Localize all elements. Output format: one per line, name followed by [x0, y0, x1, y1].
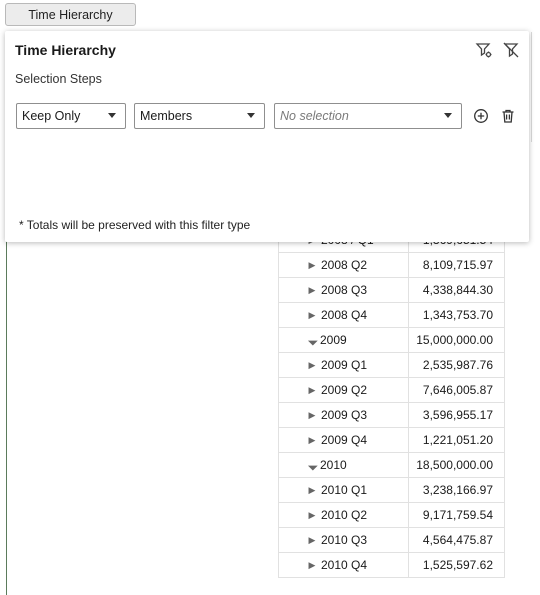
- chevron-down-icon: [444, 113, 452, 118]
- row-label: 2009: [320, 333, 347, 347]
- collapsed-triangle-icon[interactable]: ▶: [306, 410, 318, 421]
- table-row: ▶ 2010 Q4 1,525,597.62: [278, 553, 505, 578]
- chevron-down-icon: [108, 113, 116, 118]
- row-label-cell: ▶ 2009 Q4: [278, 428, 409, 452]
- members-select-placeholder: No selection: [280, 109, 349, 123]
- row-label-cell: ◢ 2009: [278, 328, 409, 352]
- table-row: ▶ 2009 Q3 3,596,955.17: [278, 403, 505, 428]
- collapsed-triangle-icon[interactable]: ▶: [306, 535, 318, 546]
- table-row: ▶ 2010 Q3 4,564,475.87: [278, 528, 505, 553]
- chevron-down-icon: [247, 113, 255, 118]
- row-label-cell: ▶ 2009 Q2: [278, 378, 409, 402]
- collapsed-triangle-icon[interactable]: ▶: [306, 385, 318, 396]
- row-label-cell: ▶ 2008 Q4: [278, 303, 409, 327]
- add-step-icon[interactable]: [473, 108, 489, 124]
- table-row: ▶ 2009 Q4 1,221,051.20: [278, 428, 505, 453]
- row-label: 2009 Q3: [321, 408, 368, 422]
- collapsed-triangle-icon[interactable]: ▶: [306, 435, 318, 446]
- row-label: 2008 Q4: [321, 308, 368, 322]
- row-value: 7,646,005.87: [409, 378, 505, 402]
- row-label: 2010 Q1: [321, 483, 368, 497]
- row-label-cell: ▶ 2008 Q2: [278, 253, 409, 277]
- row-value: 4,338,844.30: [409, 278, 505, 302]
- row-value: 1,525,597.62: [409, 553, 505, 577]
- row-value: 4,564,475.87: [409, 528, 505, 552]
- collapsed-triangle-icon[interactable]: ▶: [306, 285, 318, 296]
- row-label-cell: ▶ 2010 Q1: [278, 478, 409, 502]
- row-label: 2009 Q2: [321, 383, 368, 397]
- row-label-cell: ▶ 2010 Q2: [278, 503, 409, 527]
- time-hierarchy-button[interactable]: Time Hierarchy: [5, 3, 136, 26]
- totals-note: * Totals will be preserved with this fil…: [19, 218, 251, 232]
- row-label: 2008 Q2: [321, 258, 368, 272]
- collapsed-triangle-icon[interactable]: ▶: [306, 485, 318, 496]
- row-value: 18,500,000.00: [409, 453, 505, 477]
- collapsed-triangle-icon[interactable]: ▶: [306, 510, 318, 521]
- type-select[interactable]: Members: [134, 103, 265, 129]
- row-label: 2008 Q3: [321, 283, 368, 297]
- row-value: 1,343,753.70: [409, 303, 505, 327]
- popup-title: Time Hierarchy: [15, 42, 116, 58]
- expanded-triangle-icon[interactable]: ◢: [305, 457, 321, 473]
- table-row: ◢ 2010 18,500,000.00: [278, 453, 505, 478]
- table-row: ▶ 2010 Q2 9,171,759.54: [278, 503, 505, 528]
- row-value: 1,221,051.20: [409, 428, 505, 452]
- pivot-table: ▶2008 / Q11,369,651.54▶2008 Q28,109,715.…: [278, 228, 505, 578]
- action-select-value: Keep Only: [22, 109, 81, 123]
- left-divider: [6, 240, 7, 595]
- row-label-cell: ◢ 2010: [278, 453, 409, 477]
- collapsed-triangle-icon[interactable]: ▶: [306, 560, 318, 571]
- table-row: ▶ 2008 Q3 4,338,844.30: [278, 278, 505, 303]
- table-row: ▶ 2009 Q2 7,646,005.87: [278, 378, 505, 403]
- row-value: 3,238,166.97: [409, 478, 505, 502]
- clear-filter-icon[interactable]: [502, 41, 520, 59]
- collapsed-triangle-icon[interactable]: ▶: [306, 260, 318, 271]
- row-value: 9,171,759.54: [409, 503, 505, 527]
- filter-popup: Time Hierarchy Selection Steps Keep Only…: [5, 31, 529, 242]
- row-label-cell: ▶ 2010 Q3: [278, 528, 409, 552]
- row-label: 2010: [320, 458, 347, 472]
- table-row: ▶ 2009 Q1 2,535,987.76: [278, 353, 505, 378]
- selection-steps-label: Selection Steps: [15, 72, 102, 86]
- table-row: ▶ 2008 Q2 8,109,715.97: [278, 253, 505, 278]
- row-label-cell: ▶ 2009 Q1: [278, 353, 409, 377]
- filter-settings-icon[interactable]: [475, 41, 493, 59]
- row-label: 2010 Q3: [321, 533, 368, 547]
- row-label: 2009 Q1: [321, 358, 368, 372]
- row-value: 3,596,955.17: [409, 403, 505, 427]
- collapsed-triangle-icon[interactable]: ▶: [306, 310, 318, 321]
- row-label: 2009 Q4: [321, 433, 368, 447]
- row-label: 2010 Q2: [321, 508, 368, 522]
- members-select[interactable]: No selection: [274, 103, 462, 129]
- table-row: ▶ 2010 Q1 3,238,166.97: [278, 478, 505, 503]
- row-label-cell: ▶ 2008 Q3: [278, 278, 409, 302]
- type-select-value: Members: [140, 109, 193, 123]
- delete-step-icon[interactable]: [500, 108, 516, 124]
- action-select[interactable]: Keep Only: [16, 103, 126, 129]
- row-value: 2,535,987.76: [409, 353, 505, 377]
- row-label: 2010 Q4: [321, 558, 368, 572]
- table-row: ◢ 2009 15,000,000.00: [278, 328, 505, 353]
- row-value: 8,109,715.97: [409, 253, 505, 277]
- row-label-cell: ▶ 2010 Q4: [278, 553, 409, 577]
- row-label-cell: ▶ 2009 Q3: [278, 403, 409, 427]
- row-value: 15,000,000.00: [409, 328, 505, 352]
- collapsed-triangle-icon[interactable]: ▶: [306, 360, 318, 371]
- table-row: ▶ 2008 Q4 1,343,753.70: [278, 303, 505, 328]
- right-divider: [531, 32, 532, 142]
- expanded-triangle-icon[interactable]: ◢: [305, 332, 321, 348]
